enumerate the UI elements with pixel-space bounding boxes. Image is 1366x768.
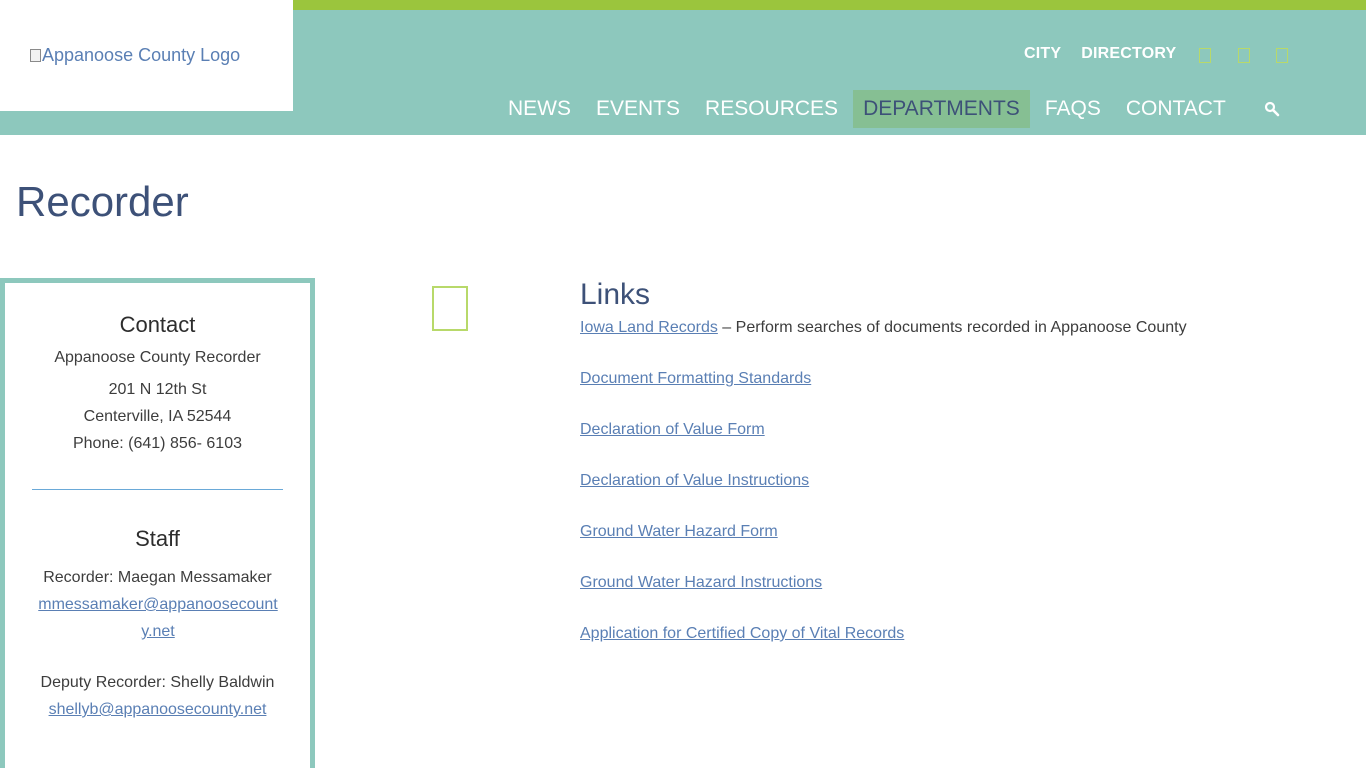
contact-phone: Phone: (641) 856- 6103: [72, 435, 242, 452]
list-item: Document Formatting Standards: [580, 369, 1340, 389]
link-iowa-land-records[interactable]: Iowa Land Records: [580, 319, 718, 336]
staff-heading: Staff: [135, 526, 180, 551]
link-description: – Perform searches of documents recorded…: [717, 319, 1187, 336]
page-title: Recorder: [16, 178, 189, 225]
link-ground-water-hazard-form[interactable]: Ground Water Hazard Form: [580, 523, 778, 540]
county-logo[interactable]: Appanoose County Logo: [30, 45, 240, 66]
contact-address-line1: 201 N 12th St: [108, 381, 207, 398]
link-ground-water-hazard-instructions[interactable]: Ground Water Hazard Instructions: [580, 574, 822, 591]
list-item: Declaration of Value Form: [580, 420, 1340, 440]
links-heading: Links: [580, 278, 651, 311]
links-list: Iowa Land Records – Perform searches of …: [580, 318, 1340, 644]
staff-recorder-title: Recorder: Maegan Messamaker: [43, 569, 272, 586]
link-document-formatting-standards[interactable]: Document Formatting Standards: [580, 370, 811, 387]
contact-heading: Contact: [119, 312, 196, 337]
contact-sidebar: Contact Appanoose County Recorder 201 N …: [0, 278, 315, 768]
util-link-directory[interactable]: DIRECTORY: [1081, 45, 1176, 63]
nav-events[interactable]: EVENTS: [586, 90, 690, 128]
search-icon[interactable]: [1264, 101, 1280, 117]
logo-alt-text: Appanoose County Logo: [42, 45, 241, 65]
link-declaration-of-value-form[interactable]: Declaration of Value Form: [580, 421, 765, 438]
util-link-city[interactable]: CITY: [1024, 45, 1061, 63]
contact-address-line2: Centerville, IA 52544: [83, 408, 232, 425]
staff-recorder-email[interactable]: mmessamaker@appanoosecounty.net: [38, 596, 277, 640]
list-item: Application for Certified Copy of Vital …: [580, 624, 1340, 644]
main-nav: NEWS EVENTS RESOURCES DEPARTMENTS FAQS C…: [498, 90, 1241, 128]
list-item: Iowa Land Records – Perform searches of …: [580, 318, 1340, 338]
staff-deputy-title: Deputy Recorder: Shelly Baldwin: [40, 674, 275, 691]
email-icon[interactable]: [1276, 48, 1288, 63]
links-section: Links Iowa Land Records – Perform search…: [580, 278, 1340, 675]
link-declaration-of-value-instructions[interactable]: Declaration of Value Instructions: [580, 472, 809, 489]
staff-deputy-email-wrap: shellyb@appanoosecounty.net: [5, 696, 310, 723]
list-item: Ground Water Hazard Form: [580, 522, 1340, 542]
twitter-icon[interactable]: [1238, 48, 1250, 63]
list-item: Ground Water Hazard Instructions: [580, 573, 1340, 593]
sidebar-divider: [32, 489, 283, 490]
nav-faqs[interactable]: FAQS: [1035, 90, 1111, 128]
header-accent-stripe: [293, 0, 1366, 10]
list-item: Declaration of Value Instructions: [580, 471, 1340, 491]
logo-container[interactable]: Appanoose County Logo: [0, 0, 293, 111]
facebook-icon[interactable]: [1199, 48, 1211, 63]
nav-departments[interactable]: DEPARTMENTS: [853, 90, 1030, 128]
nav-resources[interactable]: RESOURCES: [695, 90, 848, 128]
broken-image-icon: [30, 49, 41, 62]
link-certified-copy-vital-records[interactable]: Application for Certified Copy of Vital …: [580, 625, 904, 642]
staff-recorder-email-wrap: mmessamaker@appanoosecounty.net: [33, 591, 283, 645]
document-icon: [432, 286, 468, 331]
nav-news[interactable]: NEWS: [498, 90, 581, 128]
contact-name: Appanoose County Recorder: [54, 349, 261, 366]
staff-deputy-email[interactable]: shellyb@appanoosecounty.net: [49, 701, 267, 718]
nav-contact[interactable]: CONTACT: [1116, 90, 1236, 128]
utility-nav: CITY DIRECTORY: [1024, 45, 1196, 63]
